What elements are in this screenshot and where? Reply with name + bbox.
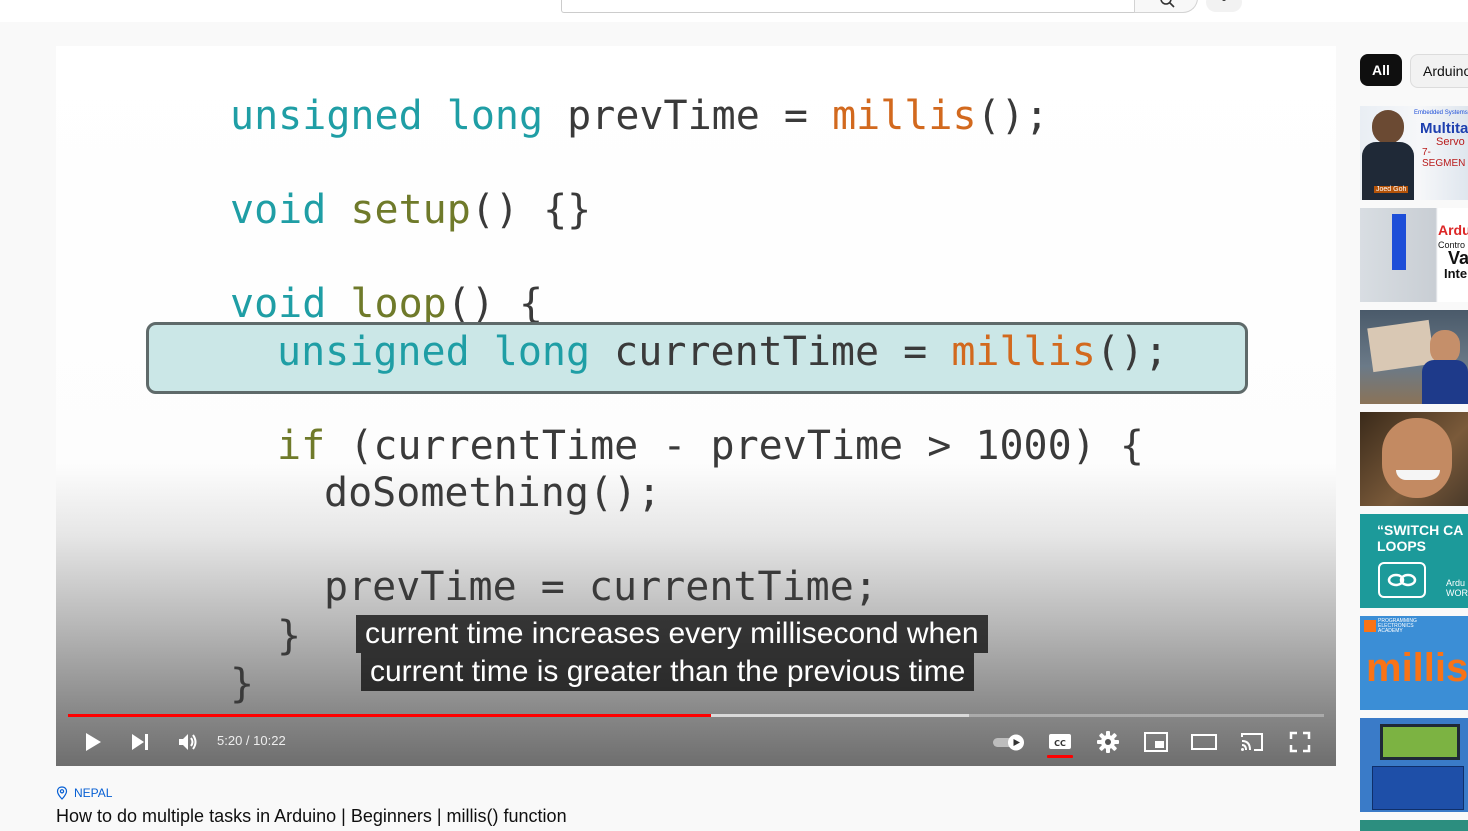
code-line: if (currentTime - prevTime > 1000) {: [277, 423, 1144, 469]
thumbnail-text: Inte: [1444, 266, 1468, 281]
related-video-thumbnail[interactable]: PROGRAMMING ELECTRONICS ACADEMY millis: [1360, 616, 1468, 710]
code-line: }: [230, 661, 255, 707]
code-line: prevTime = currentTime;: [324, 564, 878, 610]
voice-search-button[interactable]: [1206, 0, 1242, 12]
arduino-board: [1392, 214, 1406, 270]
video-title: How to do multiple tasks in Arduino | Be…: [56, 806, 567, 826]
related-video-thumbnail[interactable]: Ardu Contro Va Inte: [1360, 208, 1468, 302]
volume-icon: [179, 734, 197, 750]
thumbnail-text: Ardu: [1438, 222, 1468, 238]
search-button[interactable]: [1134, 0, 1198, 13]
presenter-head: [1372, 110, 1404, 144]
location-pin-icon: [56, 786, 68, 800]
thumbnail-text: WOR: [1446, 588, 1468, 598]
thumbnail-text: LOOPS: [1377, 538, 1427, 554]
progress-played: [68, 714, 712, 717]
microphone-icon: [1222, 0, 1226, 1]
code-line: void setup() {}: [230, 187, 592, 233]
related-video-thumbnail[interactable]: [1360, 718, 1468, 812]
video-location[interactable]: NEPAL: [56, 786, 112, 800]
masthead: [0, 0, 1468, 22]
academy-logo-icon: [1364, 620, 1376, 632]
theater-mode-button[interactable]: [1188, 726, 1220, 758]
next-button[interactable]: [124, 726, 156, 758]
next-icon: [132, 734, 148, 750]
fullscreen-icon: [1289, 731, 1311, 753]
cc-active-indicator: [1047, 755, 1073, 758]
cast-button[interactable]: [1236, 726, 1268, 758]
thumbnail-text: Joed Goh: [1374, 186, 1409, 193]
autoplay-toggle[interactable]: [990, 726, 1028, 758]
thumbnail-text: millis: [1366, 646, 1468, 690]
presenter-face: [1382, 418, 1452, 498]
presenter-smile: [1396, 470, 1440, 480]
related-video-thumbnail[interactable]: [1360, 820, 1468, 831]
svg-text:CC: CC: [1054, 739, 1066, 748]
presenter-head: [1430, 330, 1460, 364]
gear-icon: [1097, 731, 1119, 753]
caption-line: current time is greater than the previou…: [361, 653, 975, 691]
search-input[interactable]: [561, 0, 1135, 13]
search-icon: [1160, 0, 1175, 8]
related-video-thumbnail[interactable]: Embedded Systems Multita Servo 7-SEGMEN …: [1360, 106, 1468, 200]
thumbnail-text: ACADEMY: [1378, 628, 1403, 634]
thumbnail-text: Ardu: [1446, 578, 1466, 588]
autoplay-toggle-icon: [993, 734, 1024, 751]
cast-icon: [1241, 733, 1263, 751]
theater-mode-icon: [1191, 734, 1217, 750]
code-line: void loop() {: [230, 281, 544, 327]
settings-button[interactable]: [1092, 726, 1124, 758]
chip-all[interactable]: All: [1360, 54, 1402, 86]
location-label: NEPAL: [74, 786, 113, 800]
code-line-highlighted: unsigned long currentTime = millis();: [277, 329, 1169, 375]
caption-line: current time increases every millisecond…: [356, 615, 988, 653]
thumbnail-text: “SWITCH CA: [1377, 522, 1464, 538]
related-video-thumbnail[interactable]: “SWITCH CA LOOPS Ardu WOR: [1360, 514, 1468, 608]
thumbnail-text: Embedded Systems: [1414, 110, 1468, 116]
subtitles-button[interactable]: CC: [1044, 726, 1076, 758]
presenter-body: [1422, 360, 1468, 404]
arduino-logo-icon: [1378, 562, 1426, 598]
fullscreen-button[interactable]: [1284, 726, 1316, 758]
related-video-thumbnail[interactable]: [1360, 412, 1468, 506]
video-player[interactable]: unsigned long prevTime = millis(); void …: [56, 46, 1336, 766]
arduino-board: [1372, 766, 1464, 810]
thumbnail-text-group: PROGRAMMING ELECTRONICS ACADEMY: [1378, 619, 1417, 634]
play-button[interactable]: [76, 726, 108, 758]
miniplayer-icon: [1144, 732, 1168, 752]
play-icon: [86, 733, 101, 751]
lcd-display: [1380, 724, 1460, 760]
code-line: }: [277, 613, 302, 659]
miniplayer-button[interactable]: [1140, 726, 1172, 758]
progress-bar[interactable]: [68, 714, 1324, 717]
time-display: 5:20 / 10:22: [217, 733, 286, 748]
thumbnail-text: 7-SEGMEN: [1422, 147, 1466, 169]
chip-arduino[interactable]: Arduino: [1410, 54, 1468, 88]
code-line: doSomething();: [324, 470, 662, 516]
thumbnail-text: Multita: [1420, 120, 1468, 137]
code-line: unsigned long prevTime = millis();: [230, 93, 1049, 139]
related-video-thumbnail[interactable]: [1360, 310, 1468, 404]
cc-icon: CC: [1049, 734, 1071, 749]
volume-button[interactable]: [172, 726, 204, 758]
